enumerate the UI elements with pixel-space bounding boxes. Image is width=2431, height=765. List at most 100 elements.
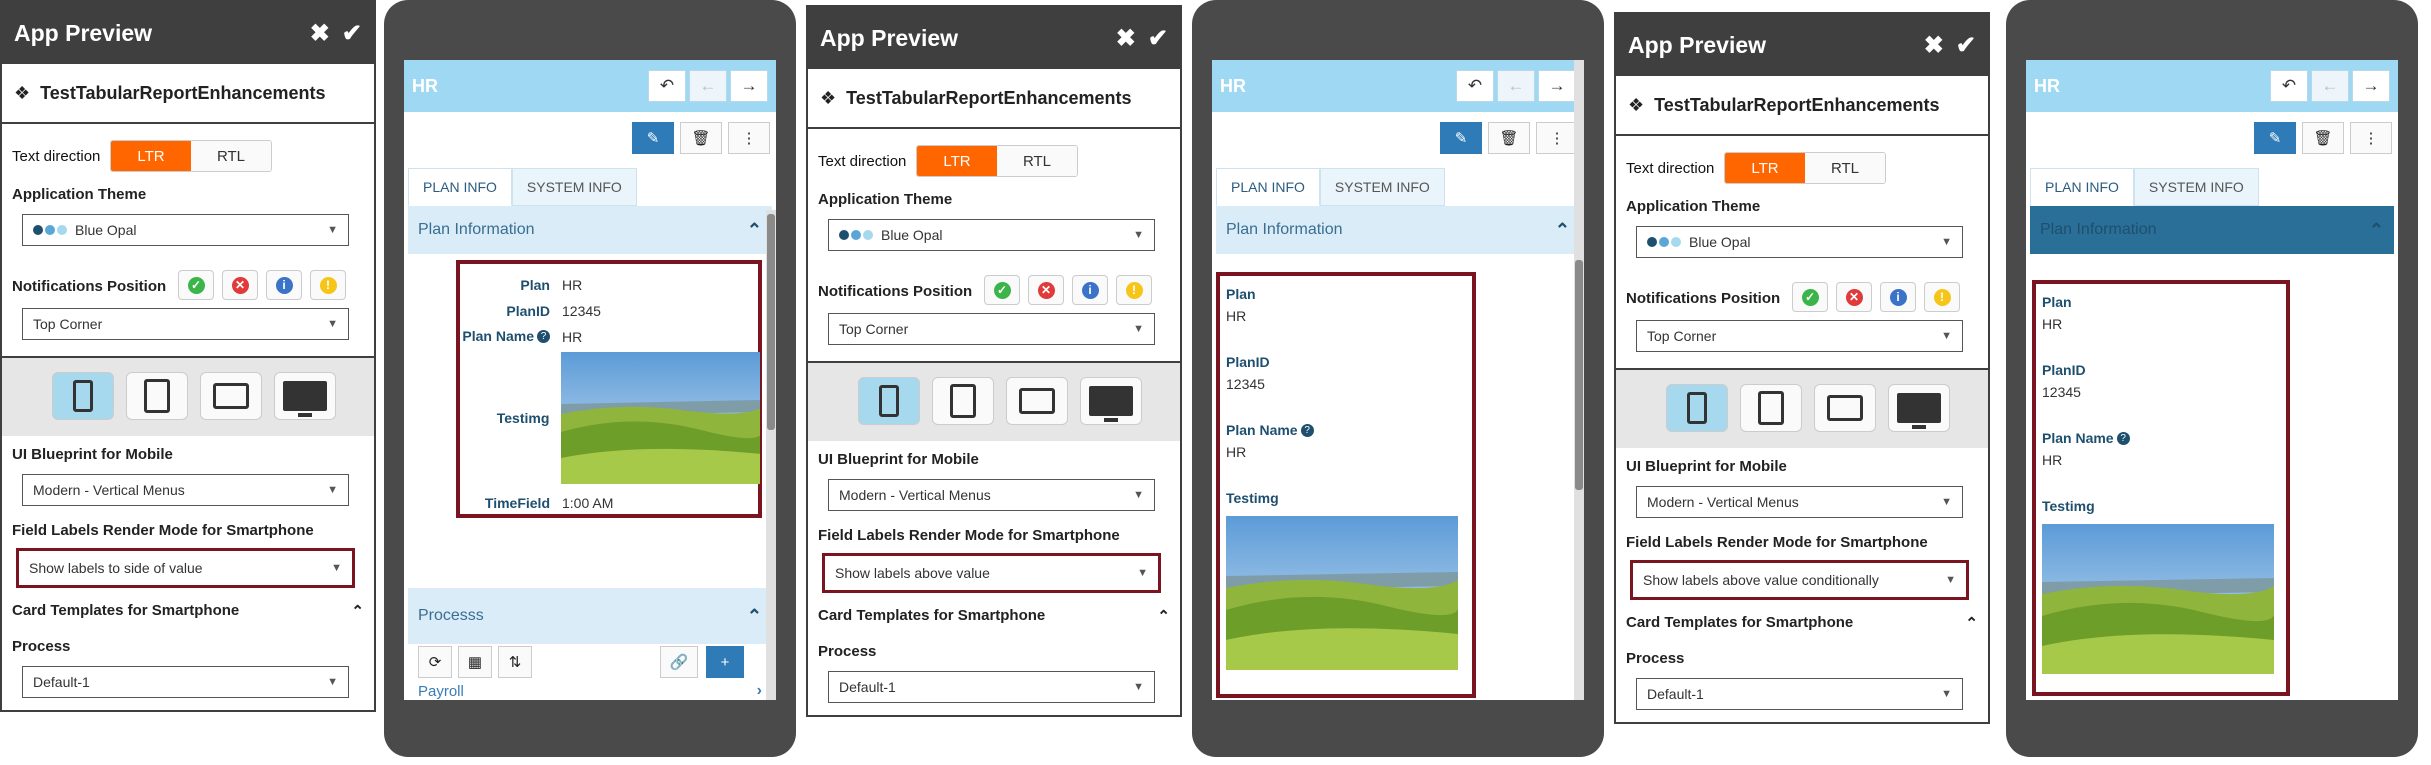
exclamation-circle-icon[interactable]: ! <box>1116 275 1152 305</box>
rtl-button[interactable]: RTL <box>1805 153 1885 183</box>
arrow-left-icon[interactable]: ← <box>689 70 727 102</box>
help-icon[interactable]: ? <box>1300 424 1314 438</box>
undo-icon[interactable]: ↶ <box>1456 70 1494 102</box>
chevron-down-icon: ▼ <box>327 318 338 330</box>
plan-information-header[interactable]: Plan Information ⌃ <box>2030 206 2394 254</box>
check-icon[interactable]: ✔ <box>1956 31 1976 60</box>
field-label-planid: PlanID <box>506 303 550 319</box>
tab-system-info[interactable]: SYSTEM INFO <box>1319 168 1445 206</box>
pencil-icon[interactable]: ✎ <box>2254 122 2296 154</box>
ellipsis-vertical-icon[interactable]: ⋮ <box>1536 122 1578 154</box>
tab-plan-info[interactable]: PLAN INFO <box>408 168 512 206</box>
notifications-select[interactable]: Top Corner ▼ <box>1636 320 1963 352</box>
desktop-icon[interactable] <box>1888 384 1950 432</box>
plan-information-header[interactable]: Plan Information ⌃ <box>1216 206 1580 254</box>
close-icon[interactable]: ✖ <box>310 19 330 48</box>
undo-icon[interactable]: ↶ <box>2270 70 2308 102</box>
render-mode-select[interactable]: Show labels above value conditionally ▼ <box>1630 560 1969 600</box>
card-templates-header[interactable]: Card Templates for Smartphone ⌃ <box>12 602 364 620</box>
arrow-left-icon[interactable]: ← <box>1497 70 1535 102</box>
chevron-up-icon: ⌃ <box>1157 608 1170 625</box>
trash-icon[interactable]: 🗑 <box>2302 122 2344 154</box>
arrow-left-icon[interactable]: ← <box>2311 70 2349 102</box>
theme-select[interactable]: Blue Opal ▼ <box>22 214 349 246</box>
phone-icon[interactable] <box>1666 384 1728 432</box>
arrow-right-icon[interactable]: → <box>2352 70 2390 102</box>
times-circle-icon[interactable]: ✕ <box>1836 282 1872 312</box>
exclamation-circle-icon[interactable]: ! <box>1924 282 1960 312</box>
help-icon[interactable]: ? <box>2116 432 2130 446</box>
ellipsis-vertical-icon[interactable]: ⋮ <box>728 122 770 154</box>
process-select[interactable]: Default-1 ▼ <box>1636 678 1963 710</box>
rtl-button[interactable]: RTL <box>191 141 271 171</box>
tablet-icon[interactable] <box>126 372 188 420</box>
text-direction-toggle: LTR RTL <box>1724 152 1886 184</box>
desktop-icon[interactable] <box>274 372 336 420</box>
check-icon[interactable]: ✔ <box>342 19 362 48</box>
check-circle-icon[interactable]: ✓ <box>1792 282 1828 312</box>
chevron-right-icon: › <box>756 682 762 699</box>
processes-header[interactable]: Processs ⌃ <box>408 588 772 644</box>
check-circle-icon[interactable]: ✓ <box>178 270 214 300</box>
tab-system-info[interactable]: SYSTEM INFO <box>511 168 637 206</box>
tablet-icon[interactable] <box>932 377 994 425</box>
trash-icon[interactable]: 🗑 <box>680 122 722 154</box>
undo-icon[interactable]: ↶ <box>648 70 686 102</box>
scrollbar[interactable] <box>1574 60 1584 700</box>
ltr-button[interactable]: LTR <box>111 141 191 171</box>
tablet-landscape-icon[interactable] <box>200 372 262 420</box>
check-icon[interactable]: ✔ <box>1148 24 1168 53</box>
info-circle-icon[interactable]: i <box>1880 282 1916 312</box>
process-item-payroll[interactable]: Payroll › <box>418 672 762 700</box>
pencil-icon[interactable]: ✎ <box>1440 122 1482 154</box>
close-icon[interactable]: ✖ <box>1116 24 1136 53</box>
info-circle-icon[interactable]: i <box>266 270 302 300</box>
card-templates-header[interactable]: Card Templates for Smartphone ⌃ <box>818 607 1170 625</box>
field-label-testing: Testimg <box>2042 498 2095 514</box>
field-label-planname: Plan Name <box>462 328 534 344</box>
plan-information-header[interactable]: Plan Information ⌃ <box>408 206 772 254</box>
ltr-button[interactable]: LTR <box>1725 153 1805 183</box>
times-circle-icon[interactable]: ✕ <box>1028 275 1064 305</box>
field-label-testing: Testimg <box>496 410 550 426</box>
arrow-right-icon[interactable]: → <box>1538 70 1576 102</box>
theme-select[interactable]: Blue Opal ▼ <box>1636 226 1963 258</box>
desktop-icon[interactable] <box>1080 377 1142 425</box>
scrollbar[interactable] <box>766 210 776 700</box>
device-selector <box>808 361 1180 441</box>
help-icon[interactable]: ? <box>537 330 550 344</box>
arrow-right-icon[interactable]: → <box>730 70 768 102</box>
pencil-icon[interactable]: ✎ <box>632 122 674 154</box>
notifications-select[interactable]: Top Corner ▼ <box>828 313 1155 345</box>
close-icon[interactable]: ✖ <box>1924 31 1944 60</box>
times-circle-icon[interactable]: ✕ <box>222 270 258 300</box>
field-value-planname: HR <box>1226 444 1247 460</box>
card-templates-header[interactable]: Card Templates for Smartphone ⌃ <box>1626 614 1978 632</box>
phone-icon[interactable] <box>52 372 114 420</box>
info-circle-icon[interactable]: i <box>1072 275 1108 305</box>
rtl-button[interactable]: RTL <box>997 146 1077 176</box>
render-mode-select[interactable]: Show labels above value ▼ <box>822 553 1161 593</box>
render-mode-select[interactable]: Show labels to side of value ▼ <box>16 548 355 588</box>
app-name-row: ❖ TestTabularReportEnhancements <box>1616 76 1988 136</box>
tab-plan-info[interactable]: PLAN INFO <box>2030 168 2134 206</box>
tablet-landscape-icon[interactable] <box>1814 384 1876 432</box>
theme-select[interactable]: Blue Opal ▼ <box>828 219 1155 251</box>
process-select[interactable]: Default-1 ▼ <box>828 671 1155 703</box>
check-circle-icon[interactable]: ✓ <box>984 275 1020 305</box>
tab-system-info[interactable]: SYSTEM INFO <box>2133 168 2259 206</box>
trash-icon[interactable]: 🗑 <box>1488 122 1530 154</box>
process-select[interactable]: Default-1 ▼ <box>22 666 349 698</box>
phone-icon[interactable] <box>858 377 920 425</box>
theme-label: Application Theme <box>818 191 953 208</box>
exclamation-circle-icon[interactable]: ! <box>310 270 346 300</box>
blueprint-select[interactable]: Modern - Vertical Menus ▼ <box>22 474 349 506</box>
notifications-select[interactable]: Top Corner ▼ <box>22 308 349 340</box>
blueprint-select[interactable]: Modern - Vertical Menus ▼ <box>828 479 1155 511</box>
ltr-button[interactable]: LTR <box>917 146 997 176</box>
tablet-landscape-icon[interactable] <box>1006 377 1068 425</box>
ellipsis-vertical-icon[interactable]: ⋮ <box>2350 122 2392 154</box>
tablet-icon[interactable] <box>1740 384 1802 432</box>
tab-plan-info[interactable]: PLAN INFO <box>1216 168 1320 206</box>
blueprint-select[interactable]: Modern - Vertical Menus ▼ <box>1636 486 1963 518</box>
